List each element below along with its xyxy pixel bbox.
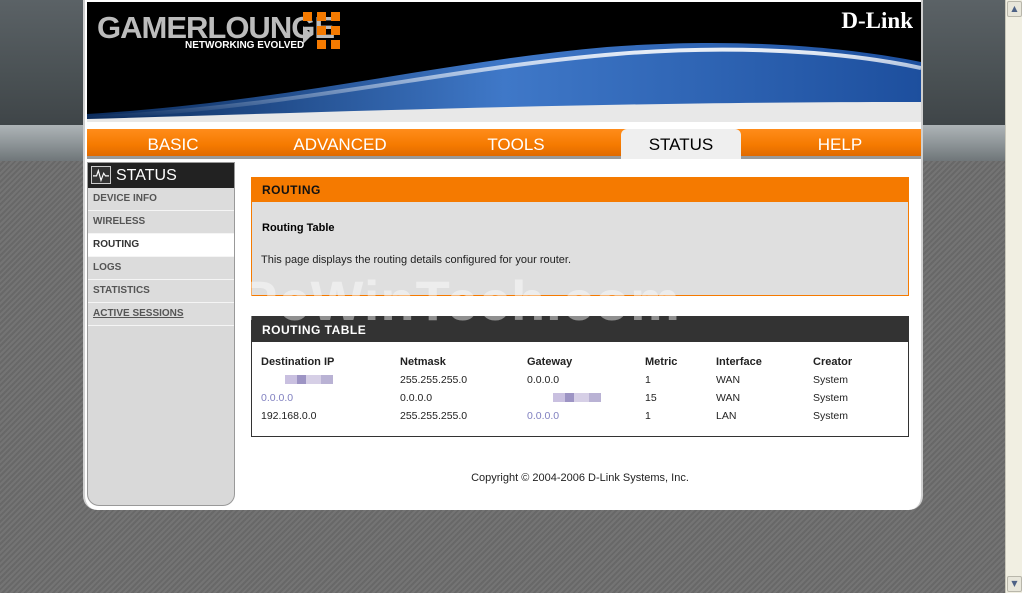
column-netmask: Netmask [400,356,446,368]
column-interface: Interface [716,356,762,368]
router-admin-page: GAMERLOUNGE NETWORKING EVOLVED D-Link BA… [83,0,923,510]
sidebar-title: STATUS [116,167,177,184]
redacted-cell [527,389,645,407]
table-row: 192.168.0.0 255.255.255.0 0.0.0.0 1 LAN … [261,407,903,425]
tab-help[interactable]: HELP [779,129,901,159]
table-cell: 15 [645,392,657,404]
routing-table-section: ROUTING TABLE Destination IP Netmask Gat… [251,316,909,437]
table-row: 255.255.255.0 0.0.0.0 1 WAN System [261,371,903,389]
column-creator: Creator [813,356,853,368]
tab-tools[interactable]: TOOLS [455,129,577,159]
table-cell: 0.0.0.0 [527,374,560,386]
table-cell: 255.255.255.0 [400,374,468,386]
table-cell: 1 [645,410,651,422]
table-cell: LAN [716,410,737,422]
dlink-logo: D-Link [841,8,913,33]
table-cell: 0.0.0.0 [527,410,560,422]
tagline: NETWORKING EVOLVED [185,40,305,51]
table-cell: 0.0.0.0 [400,392,433,404]
table-cell: System [813,392,849,404]
sidebar-item-device-info[interactable]: DEVICE INFO [88,188,234,211]
copyright-text: Copyright © 2004-2006 D-Link Systems, In… [471,472,689,484]
pulse-icon [91,166,111,184]
gamerlounge-x-icon [303,12,340,49]
scroll-up-arrow-icon[interactable]: ▲ [1007,1,1022,17]
table-row: 0.0.0.0 0.0.0.0 15 WAN System [261,389,903,407]
scroll-down-arrow-icon[interactable]: ▼ [1007,576,1022,592]
header-banner: GAMERLOUNGE NETWORKING EVOLVED D-Link [87,2,921,122]
sidebar-item-statistics[interactable]: STATISTICS [88,280,234,303]
sidebar-item-logs[interactable]: LOGS [88,257,234,280]
sidebar-header: STATUS [88,163,234,188]
sidebar-item-wireless[interactable]: WIRELESS [88,211,234,234]
status-sidebar: STATUS DEVICE INFO WIRELESS ROUTING LOGS… [87,162,235,506]
table-cell: 255.255.255.0 [400,410,468,422]
tab-advanced[interactable]: ADVANCED [279,129,401,159]
column-destination-ip: Destination IP [261,356,335,368]
table-cell: WAN [716,374,741,386]
redaction-mark [279,375,339,384]
table-cell: 0.0.0.0 [261,392,294,404]
table-cell: WAN [716,392,741,404]
table-header-row: Destination IP Netmask Gateway Metric In… [261,353,903,371]
sidebar-item-active-sessions[interactable]: ACTIVE SESSIONS [88,303,234,326]
routing-section-title: ROUTING [252,178,908,202]
tab-basic[interactable]: BASIC [112,129,234,159]
routing-table: Destination IP Netmask Gateway Metric In… [261,353,903,425]
column-metric: Metric [645,356,678,368]
routing-table-title: ROUTING TABLE [252,317,908,342]
table-cell: System [813,374,849,386]
tab-status[interactable]: STATUS [621,129,741,159]
routing-section: ROUTING Routing Table This page displays… [251,177,909,296]
sidebar-item-routing[interactable]: ROUTING [88,234,234,257]
column-gateway: Gateway [527,356,573,368]
table-cell: System [813,410,849,422]
redacted-cell [261,371,400,389]
routing-subtitle: Routing Table [262,222,335,234]
vertical-scrollbar[interactable]: ▲ ▼ [1005,0,1022,593]
redaction-mark [547,393,607,402]
routing-description: This page displays the routing details c… [261,254,572,266]
table-cell: 192.168.0.0 [261,410,317,422]
top-navigation: BASIC ADVANCED TOOLS STATUS HELP [87,129,921,159]
table-cell: 1 [645,374,651,386]
